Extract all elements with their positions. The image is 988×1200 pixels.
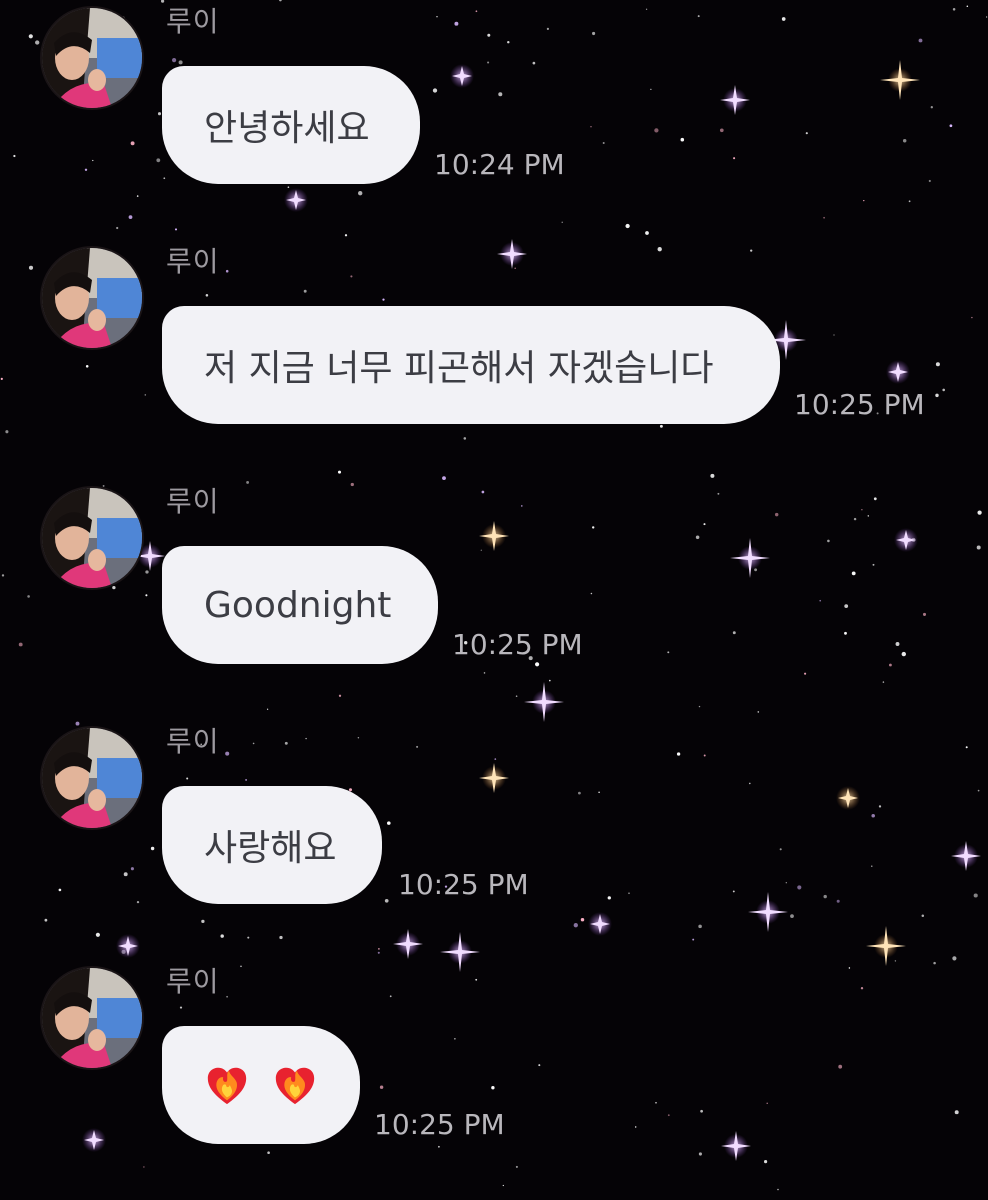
avatar-photo	[42, 968, 142, 1068]
message-text: 안녕하세요	[204, 108, 370, 149]
avatar-photo	[42, 728, 142, 828]
message: 루이 저 지금 너무 피곤해서 자겠습니다 10:25 PM	[0, 240, 988, 440]
sender-name: 루이	[166, 725, 220, 758]
timestamp: 10:25 PM	[452, 628, 583, 661]
sender-name: 루이	[166, 965, 220, 998]
sender-name: 루이	[166, 245, 220, 278]
timestamp: 10:25 PM	[374, 1108, 505, 1141]
avatar[interactable]	[40, 966, 144, 1070]
message-bubble[interactable]: 저 지금 너무 피곤해서 자겠습니다	[162, 306, 780, 424]
avatar-photo	[42, 8, 142, 108]
avatar[interactable]	[40, 726, 144, 830]
message-bubble[interactable]	[162, 1026, 360, 1144]
avatar-photo	[42, 248, 142, 348]
heart-on-fire-icon	[275, 1067, 315, 1105]
avatar[interactable]	[40, 246, 144, 350]
sender-name: 루이	[166, 5, 220, 38]
message-text: Goodnight	[204, 584, 392, 626]
message: 루이 사랑해요 10:25 PM	[0, 720, 988, 920]
message-bubble[interactable]: Goodnight	[162, 546, 438, 664]
avatar[interactable]	[40, 6, 144, 110]
message: 루이 안녕하세요 10:24 PM	[0, 0, 988, 200]
timestamp: 10:25 PM	[398, 868, 529, 901]
message: 루이 10:25 PM	[0, 960, 988, 1160]
heart-on-fire-icon	[207, 1067, 247, 1105]
message-text: 저 지금 너무 피곤해서 자겠습니다	[204, 348, 714, 389]
message-bubble[interactable]: 안녕하세요	[162, 66, 420, 184]
message: 루이 Goodnight 10:25 PM	[0, 480, 988, 680]
chat-thread: 루이 안녕하세요 10:24 PM 루이 저 지금 너무 피곤해서 자겠습니다 …	[0, 0, 988, 1200]
avatar[interactable]	[40, 486, 144, 590]
timestamp: 10:24 PM	[434, 148, 565, 181]
avatar-photo	[42, 488, 142, 588]
sender-name: 루이	[166, 485, 220, 518]
message-text: 사랑해요	[204, 828, 337, 869]
message-bubble[interactable]: 사랑해요	[162, 786, 382, 904]
timestamp: 10:25 PM	[794, 388, 925, 421]
